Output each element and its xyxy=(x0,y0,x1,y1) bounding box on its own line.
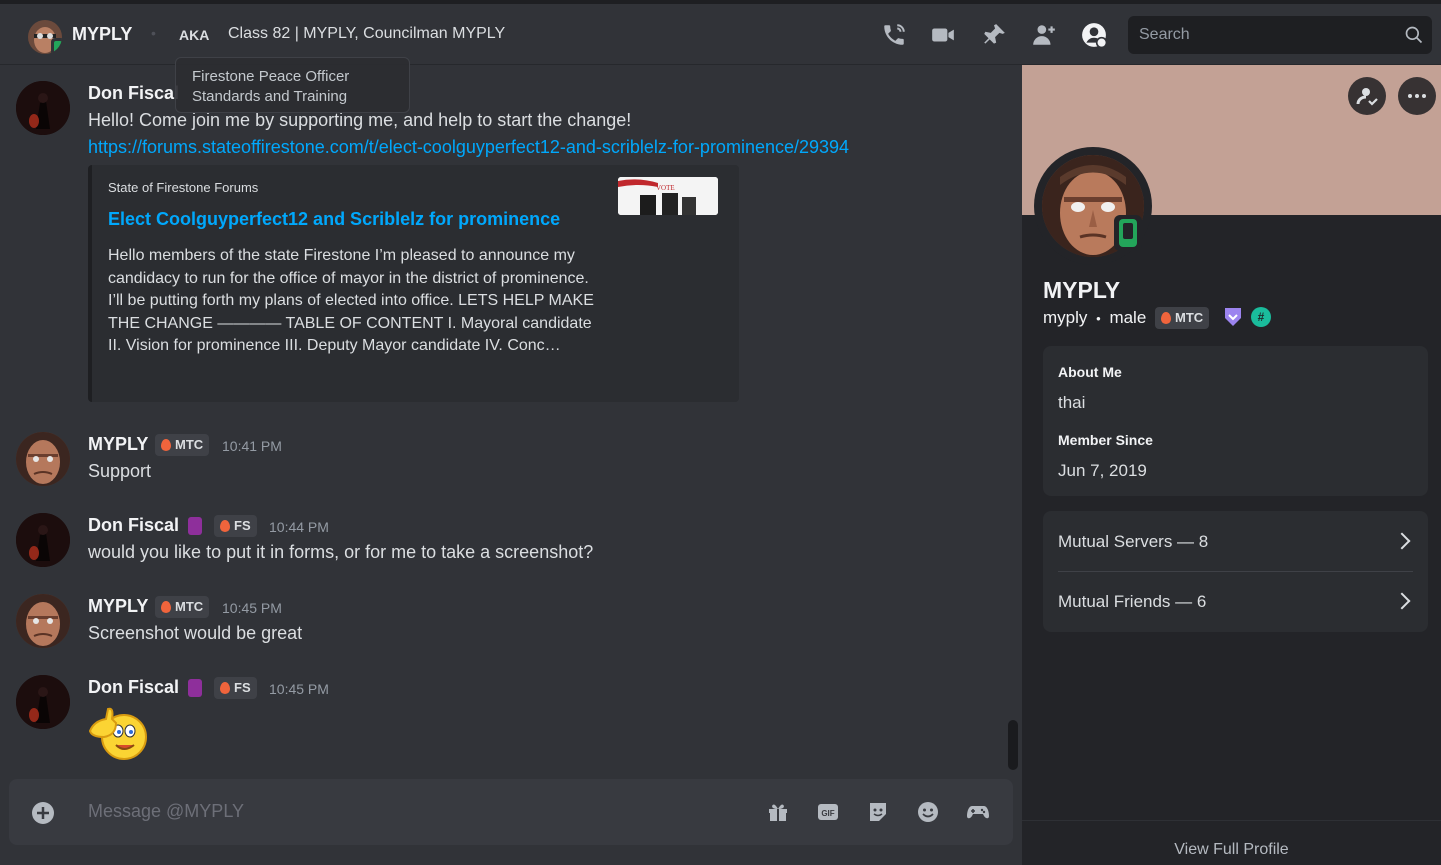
channel-header: MYPLY • AKA Class 82 | MYPLY, Councilman… xyxy=(0,0,1441,65)
message-link[interactable]: https://forums.stateoffirestone.com/t/el… xyxy=(88,137,849,158)
chevron-right-icon xyxy=(1393,532,1411,550)
message-input[interactable]: Message @MYPLY xyxy=(88,801,244,822)
user-profile-icon[interactable] xyxy=(1081,22,1107,48)
profile-username-line: myply • male xyxy=(1043,308,1146,328)
profile-role-badge[interactable]: MTC xyxy=(1155,307,1210,329)
message-author[interactable]: Don Fiscal xyxy=(88,515,179,536)
sticker-icon[interactable] xyxy=(866,800,890,824)
gift-icon[interactable] xyxy=(766,800,790,824)
message-author[interactable]: MYPLY xyxy=(88,434,148,455)
about-me-label: About Me xyxy=(1058,364,1122,380)
search-input[interactable]: Search xyxy=(1128,16,1432,54)
add-friend-check-icon xyxy=(1356,88,1378,106)
role-badge[interactable]: MTC xyxy=(155,596,210,618)
embed-description: Hello members of the state Firestone I’m… xyxy=(108,247,599,354)
message-timestamp: 10:45 PM xyxy=(222,600,282,616)
message-text: Support xyxy=(88,461,152,481)
pin-icon[interactable] xyxy=(981,22,1007,48)
more-options-button[interactable] xyxy=(1398,77,1436,115)
message-author[interactable]: Don Fiscal xyxy=(88,677,179,698)
upload-plus-icon[interactable] xyxy=(31,801,55,825)
role-icon xyxy=(188,679,202,697)
avatar[interactable] xyxy=(16,513,70,567)
mutual-friends-label: Mutual Friends — 6 xyxy=(1058,592,1207,611)
role-badge[interactable]: FS xyxy=(214,515,257,537)
mutual-servers-label: Mutual Servers — 8 xyxy=(1058,532,1209,551)
mutual-friends-row[interactable]: Mutual Friends — 6 xyxy=(1043,572,1428,632)
avatar-image xyxy=(16,513,70,567)
embed-title[interactable]: Elect Coolguyperfect12 and Scriblelz for… xyxy=(108,209,560,230)
header-separator: • xyxy=(151,25,156,41)
embed-provider[interactable]: State of Firestone Forums xyxy=(108,180,258,195)
avatar-image xyxy=(16,675,70,729)
role-badge[interactable]: FS xyxy=(214,677,257,699)
search-icon xyxy=(1405,26,1423,44)
message-timestamp: 10:45 PM xyxy=(269,681,329,697)
tooltip-line-2: Standards and Training xyxy=(192,88,348,105)
message-list: Don Fiscal Hello! Come join me by suppor… xyxy=(0,65,1022,865)
member-since-date: Jun 7, 2019 xyxy=(1058,461,1147,480)
profile-username[interactable]: myply xyxy=(1043,308,1087,327)
message-text: would you like to put it in forms, or fo… xyxy=(88,542,594,562)
mobile-status-icon xyxy=(51,38,62,54)
thumbnail-vote-text: VOTE xyxy=(656,184,675,192)
hypesquad-badge-icon[interactable] xyxy=(1224,307,1242,327)
gif-icon[interactable]: GIF xyxy=(816,800,840,824)
user-profile-panel: MYPLY myply • male MTC # About Me thai M… xyxy=(1022,65,1441,865)
mobile-online-status-icon xyxy=(1114,215,1142,251)
message-text: Hello! Come join me by supporting me, an… xyxy=(88,110,632,130)
aka-nicknames[interactable]: Class 82 | MYPLY, Councilman MYPLY xyxy=(228,25,505,43)
view-full-profile-link[interactable]: View Full Profile xyxy=(1022,841,1441,859)
nickname-tooltip: Firestone Peace Officer Standards and Tr… xyxy=(175,57,410,113)
message-text: Screenshot would be great xyxy=(88,623,303,643)
message-timestamp: 10:41 PM xyxy=(222,438,282,454)
about-card: About Me thai Member Since Jun 7, 2019 xyxy=(1043,346,1428,496)
header-username: MYPLY xyxy=(72,24,133,44)
aka-label: AKA xyxy=(179,27,210,43)
active-developer-badge-icon[interactable]: # xyxy=(1251,307,1271,327)
role-icon xyxy=(188,517,202,535)
link-embed: State of Firestone Forums Elect Coolguyp… xyxy=(88,165,739,402)
profile-display-name: MYPLY xyxy=(1043,277,1121,303)
avatar-image xyxy=(16,432,70,486)
gif-label: GIF xyxy=(821,809,834,818)
video-call-icon[interactable] xyxy=(930,22,956,48)
message-author[interactable]: Don Fiscal xyxy=(88,83,179,104)
avatar[interactable] xyxy=(16,675,70,729)
message-author[interactable]: MYPLY xyxy=(88,596,148,617)
avatar[interactable] xyxy=(16,432,70,486)
username-separator: • xyxy=(1096,311,1101,326)
role-badge[interactable]: MTC xyxy=(155,434,210,456)
avatar[interactable] xyxy=(16,594,70,648)
header-avatar[interactable] xyxy=(28,20,62,54)
message-composer[interactable]: Message @MYPLY GIF xyxy=(9,779,1013,845)
voice-call-icon[interactable] xyxy=(881,22,907,48)
game-controller-icon[interactable] xyxy=(966,800,990,824)
avatar[interactable] xyxy=(16,81,70,135)
about-me-text: thai xyxy=(1058,393,1086,412)
message-timestamp: 10:44 PM xyxy=(269,519,329,535)
tooltip-line-1: Firestone Peace Officer xyxy=(192,68,350,85)
thumbs-up-emoji-icon[interactable] xyxy=(86,701,150,763)
emoji-icon[interactable] xyxy=(916,800,940,824)
chevron-right-icon xyxy=(1393,592,1411,610)
mutuals-card: Mutual Servers — 8 Mutual Friends — 6 xyxy=(1043,511,1428,632)
ellipsis-icon xyxy=(1408,94,1426,98)
embed-thumbnail[interactable]: VOTE xyxy=(618,177,718,215)
mutual-servers-row[interactable]: Mutual Servers — 8 xyxy=(1043,511,1428,571)
add-friends-icon[interactable] xyxy=(1031,22,1057,48)
avatar-image xyxy=(16,594,70,648)
avatar-image xyxy=(16,81,70,135)
chat-scrollbar-thumb[interactable] xyxy=(1008,720,1018,770)
search-placeholder: Search xyxy=(1139,26,1190,43)
add-friend-button[interactable] xyxy=(1348,77,1386,115)
profile-pronouns: male xyxy=(1109,308,1147,327)
profile-footer: View Full Profile xyxy=(1022,820,1441,865)
member-since-label: Member Since xyxy=(1058,432,1153,448)
embed-thumbnail-image: VOTE xyxy=(618,177,718,215)
